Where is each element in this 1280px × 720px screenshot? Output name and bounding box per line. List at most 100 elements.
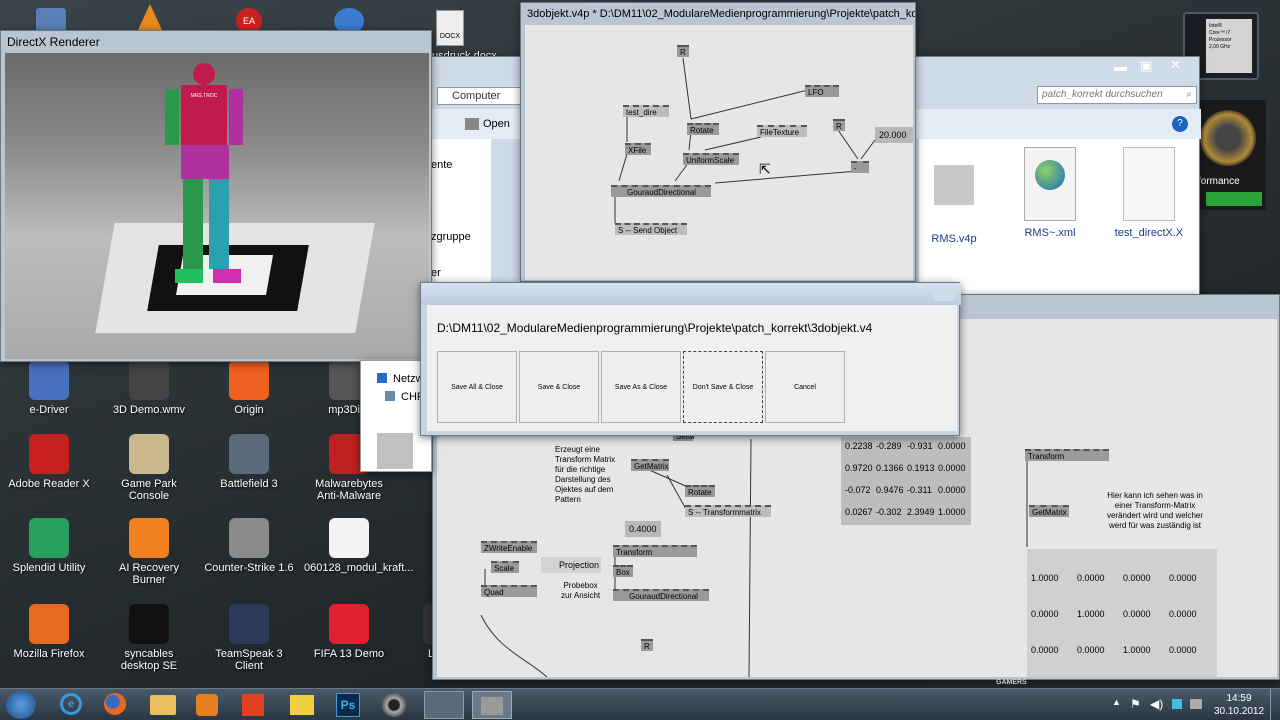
file-item[interactable]: RMS~.xml [1015, 147, 1085, 247]
desktop-icon[interactable]: TeamSpeak 3 Client [204, 604, 294, 672]
node-filetexture[interactable]: FileTexture [757, 125, 807, 137]
desktop-icon[interactable]: e-Driver [4, 360, 94, 416]
node-gourauddirectional[interactable]: GouraudDirectional [613, 589, 709, 601]
cancel-button[interactable]: Cancel [765, 351, 845, 423]
address-bar[interactable]: Computer [437, 87, 523, 105]
desktop-icon[interactable]: 3D Demo.wmv [104, 360, 194, 416]
node-quad[interactable]: Quad [481, 585, 537, 597]
patch-canvas[interactable]: R test_dire LFO Rotate FileTexture R 20.… [525, 25, 913, 280]
flag-icon[interactable]: ⚑ [1130, 697, 1141, 711]
start-button[interactable] [6, 691, 36, 719]
search-box[interactable]: patch_korrekt durchsuchen ⌕ [1037, 86, 1197, 104]
desktop-icon[interactable]: Origin [204, 360, 294, 416]
node-send-object[interactable]: S -- Send Object [615, 223, 687, 235]
node-minus[interactable]: - [851, 161, 869, 173]
projection-box[interactable]: Projection [541, 557, 601, 573]
nav-item[interactable]: zgruppe [431, 231, 471, 243]
matrix-cell: 0.0000 [1169, 645, 1197, 655]
recovery-icon [129, 518, 169, 558]
node-zwriteenable[interactable]: ZWriteEnable [481, 541, 537, 553]
save-dialog[interactable]: D:\DM11\02_ModulareMedienprogrammierung\… [420, 282, 961, 436]
node-lfo[interactable]: LFO [805, 85, 839, 97]
file-item[interactable]: RMS.v4p [923, 147, 985, 245]
node-rotate[interactable]: Rotate [687, 123, 719, 135]
tray-expand-icon[interactable]: ▲ [1112, 697, 1121, 707]
node-uniformscale[interactable]: UniformScale [683, 153, 739, 165]
desktop-icon[interactable]: 060128_modul_kraft... [304, 518, 413, 574]
node-gouraud[interactable]: GouraudDirectional [611, 185, 711, 197]
photoshop-icon[interactable]: Ps [336, 693, 360, 717]
node-xfile[interactable]: XFile [625, 143, 651, 155]
node-r[interactable]: R [641, 639, 653, 651]
explorer-icon[interactable] [150, 695, 176, 715]
paint-icon[interactable] [242, 694, 264, 716]
firefox-icon[interactable] [104, 693, 126, 715]
ie-icon[interactable]: e [60, 693, 82, 715]
node-r2[interactable]: R [833, 119, 845, 131]
network-tray-icon[interactable] [1172, 699, 1182, 709]
desktop-icon[interactable]: Adobe Reader X [4, 434, 94, 490]
file-item[interactable]: test_directX.X [1109, 147, 1189, 247]
save-close-button[interactable]: Save & Close [519, 351, 599, 423]
nav-item[interactable]: ente [431, 159, 452, 171]
search-icon[interactable]: ⌕ [1186, 87, 1192, 103]
network-item[interactable]: Netzw [393, 373, 424, 385]
comment-line: werd für was zuständig ist [1108, 521, 1202, 530]
dialog-body: D:\DM11\02_ModulareMedienprogrammierung\… [427, 305, 957, 431]
close-button[interactable]: ✕ [1170, 57, 1181, 73]
dont-save-close-button[interactable]: Don't Save & Close [683, 351, 763, 423]
nav-item[interactable]: er [431, 267, 441, 279]
media-player-icon[interactable] [196, 694, 218, 716]
open-button[interactable]: Open [483, 118, 510, 130]
window-title: DirectX Renderer [7, 35, 100, 49]
network-signal-icon[interactable] [1190, 699, 1202, 709]
breadcrumb[interactable]: Computer [452, 90, 500, 102]
node-transform-2[interactable]: Transform [1025, 449, 1109, 461]
save-all-close-button[interactable]: Save All & Close [437, 351, 517, 423]
clock[interactable]: 14:59 30.10.2012 [1212, 692, 1266, 718]
performance-bar [1206, 192, 1262, 206]
help-icon[interactable]: ? [1172, 116, 1188, 132]
value-box[interactable]: 20.000 [875, 127, 913, 143]
vvvv-icon[interactable] [424, 691, 464, 719]
splendid-icon [29, 518, 69, 558]
desktop-icon-label: AI Recovery Burner [119, 562, 179, 586]
counter-strike-icon [229, 518, 269, 558]
camera-icon[interactable] [382, 693, 406, 717]
node-s-transformmatrix[interactable]: S -- Transformmatrix [685, 505, 771, 517]
matrix-cell: 1.0000 [1077, 609, 1105, 619]
node-box[interactable]: Box [613, 565, 633, 577]
desktop-icon[interactable]: Counter-Strike 1.6 [204, 518, 294, 574]
save-as-close-button[interactable]: Save As & Close [601, 351, 681, 423]
docx-icon[interactable]: DOCX [436, 10, 464, 46]
directx-renderer-window[interactable]: DirectX Renderer MRS.TROC [0, 30, 432, 362]
desktop-icon[interactable]: AI Recovery Burner [104, 518, 194, 586]
comment-line: Ojektes auf dem [555, 485, 614, 494]
app-icon[interactable] [36, 8, 66, 32]
node-scale[interactable]: Scale [491, 561, 519, 573]
node-test-dire[interactable]: test_dire [623, 105, 669, 117]
desktop-icon[interactable]: Game Park Console [104, 434, 194, 502]
show-desktop-button[interactable] [1270, 689, 1280, 720]
node-getmatrix[interactable]: GetMatrix [631, 459, 669, 471]
node-r[interactable]: R [677, 45, 689, 57]
desktop-icon[interactable]: Splendid Utility [4, 518, 94, 574]
close-button[interactable] [933, 285, 955, 301]
outlook-icon[interactable] [290, 695, 314, 715]
network-icon [377, 373, 387, 383]
node-transform[interactable]: Transform [613, 545, 697, 557]
desktop-icon[interactable]: Battlefield 3 [204, 434, 294, 490]
node-getmatrix-2[interactable]: GetMatrix [1029, 505, 1069, 517]
desktop-icon[interactable]: FIFA 13 Demo [304, 604, 394, 660]
minimize-button[interactable]: ▬ [1114, 59, 1127, 74]
blank-window-icon[interactable] [472, 691, 512, 719]
vlc-icon[interactable] [138, 4, 162, 30]
desktop-icon[interactable]: syncables desktop SE [104, 604, 194, 672]
vvvv-patch-window[interactable]: 3dobjekt.v4p * D:\DM11\02_ModulareMedien… [520, 2, 916, 282]
mouse-cursor-icon: ⇱ [759, 161, 771, 177]
value-box[interactable]: 0.4000 [625, 521, 661, 537]
desktop-icon[interactable]: Mozilla Firefox [4, 604, 94, 660]
node-rotate[interactable]: Rotate [685, 485, 715, 497]
volume-icon[interactable]: ◀) [1150, 697, 1163, 711]
maximize-button[interactable]: ▣ [1140, 58, 1152, 74]
